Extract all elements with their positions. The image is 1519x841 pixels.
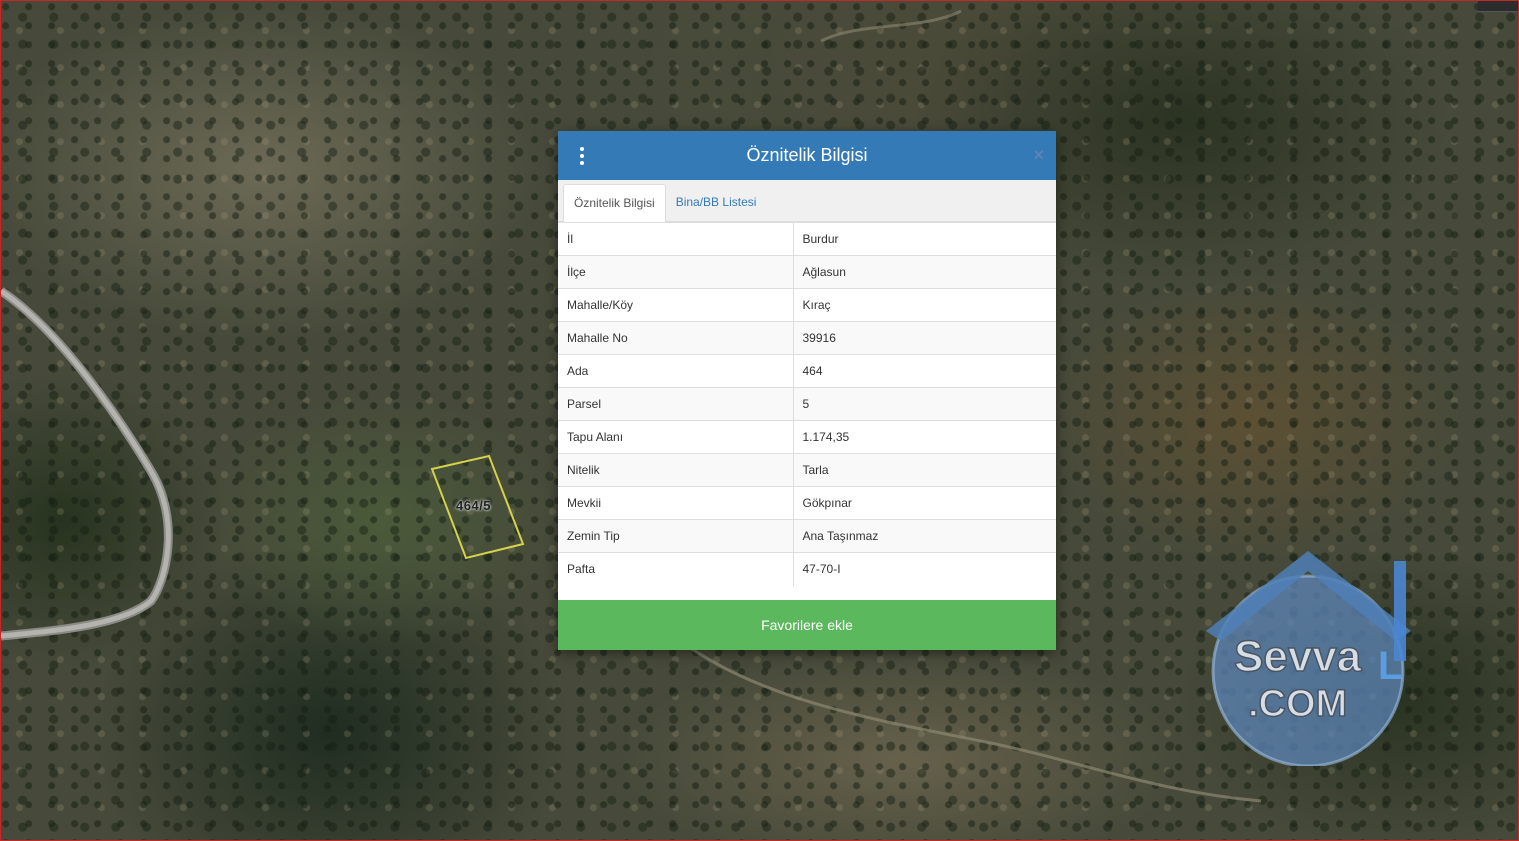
attribute-value: Ana Taşınmaz — [793, 519, 1056, 553]
table-row: Tapu Alanı 1.174,35 — [558, 420, 1056, 454]
attribute-key: Nitelik — [558, 453, 794, 487]
attribute-key: Ada — [558, 354, 794, 388]
attribute-value: Gökpınar — [793, 486, 1056, 520]
tab-attribute-info[interactable]: Öznitelik Bilgisi — [563, 184, 666, 222]
close-icon[interactable]: × — [1033, 145, 1044, 165]
attribute-value: Burdur — [793, 222, 1056, 256]
table-row: Ada 464 — [558, 354, 1056, 388]
watermark-text-bottom: .COM — [1248, 683, 1347, 725]
table-row: Parsel 5 — [558, 387, 1056, 421]
table-row: Zemin Tip Ana Taşınmaz — [558, 519, 1056, 553]
sevval-watermark-logo: Sevva L .COM — [1206, 551, 1411, 766]
attribute-value: Tarla — [793, 453, 1056, 487]
attribute-value: 464 — [793, 354, 1056, 388]
attribute-key: İl — [558, 222, 794, 256]
attribute-table: İl Burdur İlçe Ağlasun Mahalle/Köy Kıraç Mahal… — [558, 222, 1056, 586]
attribute-key: Parsel — [558, 387, 794, 421]
table-row: Pafta 47-70-I — [558, 552, 1056, 586]
parcel-label: 464/5 — [456, 498, 492, 513]
table-row: Mahalle No 39916 — [558, 321, 1056, 355]
table-row: Nitelik Tarla — [558, 453, 1056, 487]
attribute-key: Zemin Tip — [558, 519, 794, 553]
attribute-value: Kıraç — [793, 288, 1056, 322]
table-row: Mevkii Gökpınar — [558, 486, 1056, 520]
watermark-text-accent: L — [1378, 644, 1402, 688]
vertical-dots-icon[interactable] — [578, 147, 586, 165]
table-row: Mahalle/Köy Kıraç — [558, 288, 1056, 322]
attribute-value: Ağlasun — [793, 255, 1056, 289]
table-row: İl Burdur — [558, 222, 1056, 256]
attribute-key: Tapu Alanı — [558, 420, 794, 454]
attribute-key: Mevkii — [558, 486, 794, 520]
attribute-value: 47-70-I — [793, 552, 1056, 586]
attribute-key: İlçe — [558, 255, 794, 289]
attribute-key: Pafta — [558, 552, 794, 586]
attribute-value: 1.174,35 — [793, 420, 1056, 454]
attribute-info-dialog: Öznitelik Bilgisi × Öznitelik Bilgisi Bi… — [558, 131, 1056, 650]
attribute-value: 39916 — [793, 321, 1056, 355]
attribute-key: Mahalle/Köy — [558, 288, 794, 322]
tab-building-list[interactable]: Bina/BB Listesi — [666, 184, 767, 221]
add-to-favorites-button[interactable]: Favorilere ekle — [558, 600, 1056, 650]
attribute-value: 5 — [793, 387, 1056, 421]
table-row: İlçe Ağlasun — [558, 255, 1056, 289]
map-corner-control[interactable] — [1478, 1, 1518, 12]
attribute-key: Mahalle No — [558, 321, 794, 355]
watermark-text-top: Sevva — [1234, 632, 1362, 681]
dialog-header: Öznitelik Bilgisi × — [558, 131, 1056, 180]
dialog-tabs: Öznitelik Bilgisi Bina/BB Listesi — [558, 180, 1056, 222]
dialog-title: Öznitelik Bilgisi — [746, 145, 868, 165]
